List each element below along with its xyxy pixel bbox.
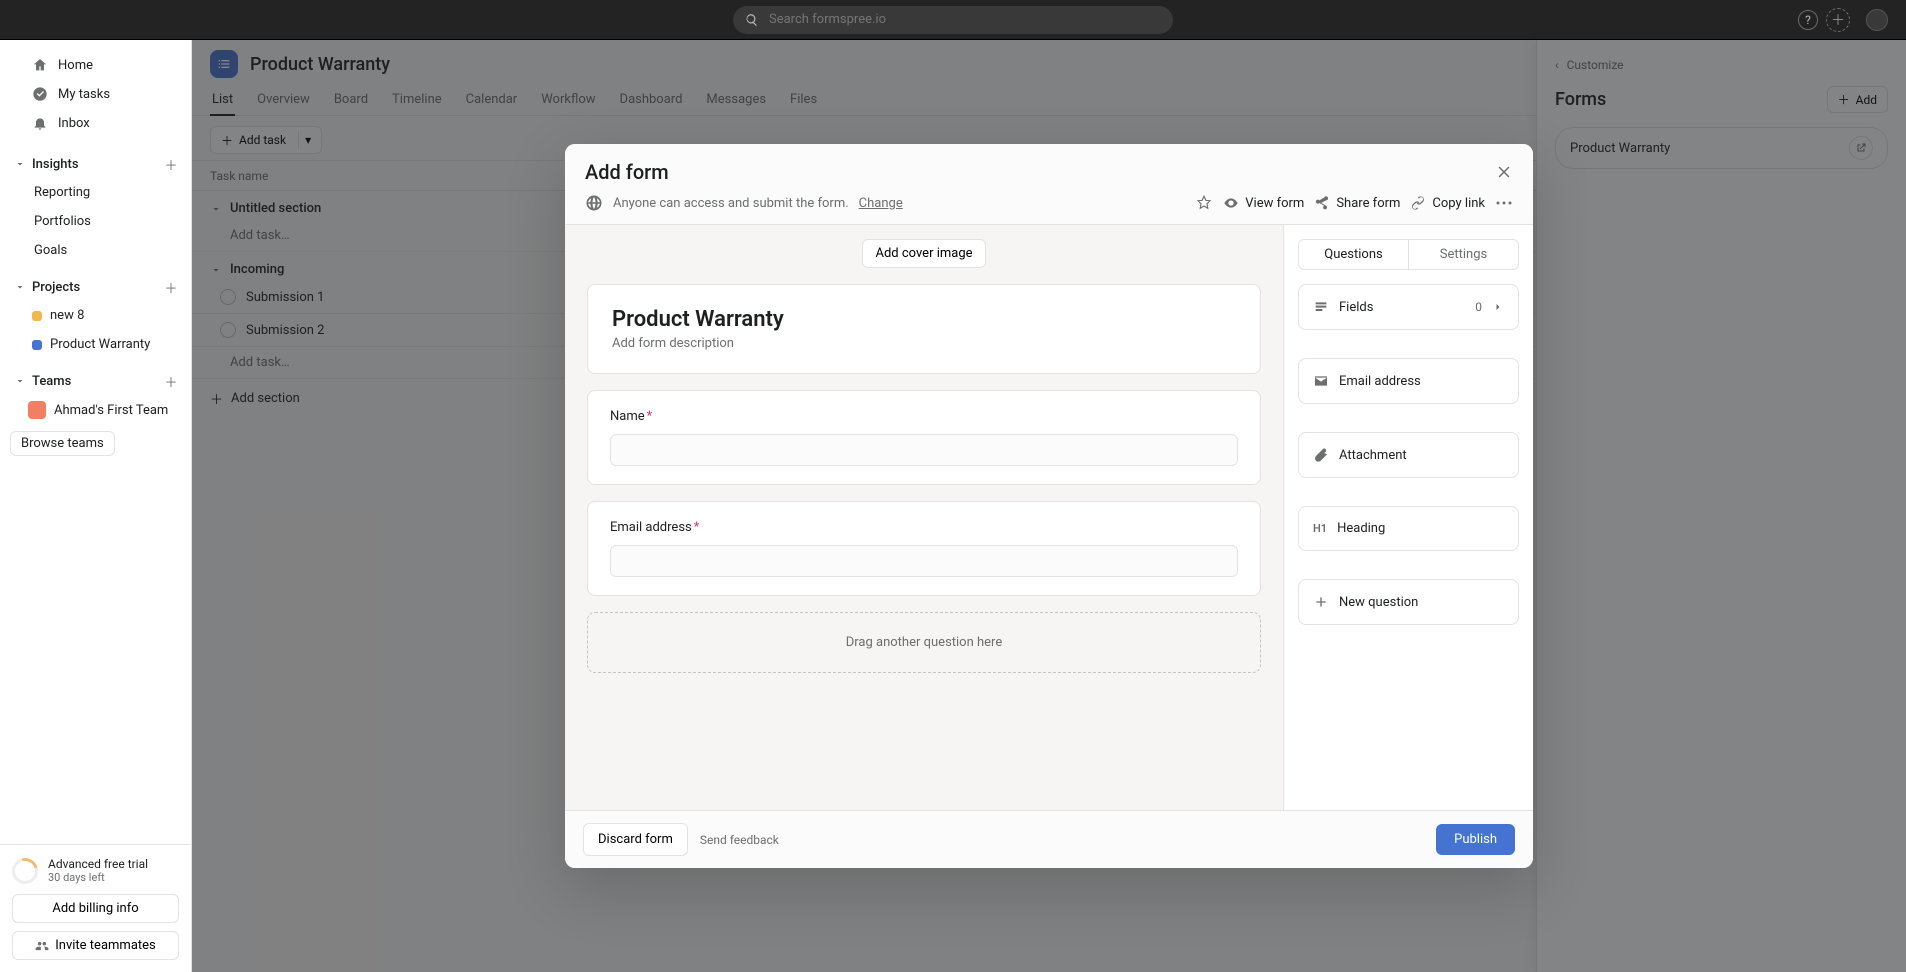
search-icon [745, 13, 759, 27]
builder-tabs: Questions Settings [1298, 239, 1519, 270]
global-topbar: ? ＋ [0, 0, 1906, 40]
link-icon [1410, 195, 1426, 211]
sidebar-label: My tasks [58, 87, 110, 102]
sidebar-project-new8[interactable]: new 8 [4, 302, 187, 329]
tab-questions[interactable]: Questions [1299, 240, 1409, 269]
sidebar-item-inbox[interactable]: Inbox [18, 109, 173, 137]
sidebar-label: Home [58, 58, 93, 73]
add-cover-image-button[interactable]: Add cover image [862, 239, 985, 268]
chevron-right-icon [1492, 301, 1504, 313]
modal-title: Add form [585, 160, 669, 184]
close-icon[interactable] [1495, 163, 1513, 181]
question-input-preview[interactable] [610, 545, 1238, 577]
help-icon[interactable]: ? [1798, 10, 1818, 30]
form-title[interactable]: Product Warranty [612, 307, 1236, 332]
form-header-card[interactable]: Product Warranty Add form description [587, 284, 1261, 374]
tab-settings[interactable]: Settings [1409, 240, 1518, 269]
trial-title: Advanced free trial [48, 857, 148, 871]
sidebar-team-item[interactable]: Ahmad's First Team [0, 395, 191, 425]
discard-form-button[interactable]: Discard form [583, 823, 688, 856]
paperclip-icon [1313, 447, 1329, 463]
star-icon[interactable] [1195, 194, 1213, 212]
question-label: Name* [610, 409, 1238, 424]
drop-zone[interactable]: Drag another question here [587, 612, 1261, 673]
field-type-new-question[interactable]: New question [1298, 579, 1519, 625]
change-access-link[interactable]: Change [859, 196, 903, 211]
chevron-down-icon [14, 281, 26, 293]
topbar-avatar[interactable] [1866, 9, 1888, 31]
sidebar: Home My tasks Inbox Insights ＋ Reporting… [0, 40, 192, 972]
question-card[interactable]: Name* [587, 390, 1261, 485]
modal-scrim[interactable]: Add form Anyone can access and submit th… [192, 40, 1906, 972]
question-card[interactable]: Email address* [587, 501, 1261, 596]
sidebar-footer: Advanced free trial 30 days left Add bil… [0, 844, 191, 972]
project-color-dot [32, 311, 42, 321]
send-feedback-link[interactable]: Send feedback [700, 833, 779, 847]
copy-link-button[interactable]: Copy link [1410, 195, 1485, 211]
plus-icon [1313, 594, 1329, 610]
field-type-heading[interactable]: H1 Heading [1298, 506, 1519, 551]
fields-count: 0 [1475, 300, 1482, 314]
modal-footer: Discard form Send feedback Publish [565, 810, 1533, 868]
browse-teams-button[interactable]: Browse teams [10, 431, 115, 456]
required-asterisk: * [694, 520, 700, 535]
field-type-attachment[interactable]: Attachment [1298, 432, 1519, 478]
sidebar-project-product-warranty[interactable]: Product Warranty [4, 331, 187, 358]
share-form-button[interactable]: Share form [1314, 195, 1400, 211]
question-input-preview[interactable] [610, 434, 1238, 466]
mail-icon [1313, 373, 1329, 389]
project-color-dot [32, 340, 42, 350]
globe-icon [585, 194, 603, 212]
home-icon [32, 57, 48, 73]
form-builder-canvas: Add cover image Product Warranty Add for… [565, 225, 1283, 810]
sidebar-item-goals[interactable]: Goals [4, 237, 187, 264]
plus-icon[interactable]: ＋ [161, 277, 181, 297]
sidebar-head-teams[interactable]: Teams ＋ [0, 359, 191, 395]
view-form-button[interactable]: View form [1223, 195, 1304, 211]
form-description-placeholder[interactable]: Add form description [612, 336, 1236, 351]
trial-subtitle: 30 days left [48, 871, 148, 884]
access-caption: Anyone can access and submit the form. [613, 196, 849, 211]
required-asterisk: * [647, 409, 653, 424]
sidebar-item-mytasks[interactable]: My tasks [18, 80, 173, 108]
share-icon [1314, 195, 1330, 211]
sidebar-item-home[interactable]: Home [18, 51, 173, 79]
sidebar-head-projects[interactable]: Projects ＋ [0, 265, 191, 301]
add-global-icon[interactable]: ＋ [1826, 8, 1850, 32]
sidebar-item-portfolios[interactable]: Portfolios [4, 208, 187, 235]
add-billing-button[interactable]: Add billing info [12, 894, 179, 923]
team-avatar [28, 401, 46, 419]
question-label: Email address* [610, 520, 1238, 535]
fields-card[interactable]: Fields 0 [1298, 284, 1519, 330]
form-builder-sidebar: Questions Settings Fields 0 Email addres… [1283, 225, 1533, 810]
global-search[interactable] [733, 6, 1173, 34]
sidebar-item-reporting[interactable]: Reporting [4, 179, 187, 206]
sidebar-label: Inbox [58, 116, 90, 131]
bell-icon [32, 115, 48, 131]
chevron-down-icon [14, 375, 26, 387]
fields-icon [1313, 299, 1329, 315]
publish-button[interactable]: Publish [1436, 824, 1515, 855]
trial-progress-ring [7, 853, 43, 889]
search-input[interactable] [767, 11, 1161, 28]
sidebar-head-insights[interactable]: Insights ＋ [0, 142, 191, 178]
check-circle-icon [32, 86, 48, 102]
main-panel: Product Warranty AK Share Customize List… [192, 40, 1906, 972]
add-form-modal: Add form Anyone can access and submit th… [565, 144, 1533, 868]
h1-icon: H1 [1313, 522, 1327, 535]
chevron-down-icon [14, 158, 26, 170]
users-icon [35, 939, 49, 953]
more-icon[interactable] [1495, 194, 1513, 212]
eye-icon [1223, 195, 1239, 211]
plus-icon[interactable]: ＋ [161, 371, 181, 391]
field-type-email[interactable]: Email address [1298, 358, 1519, 404]
plus-icon[interactable]: ＋ [161, 154, 181, 174]
invite-teammates-button[interactable]: Invite teammates [12, 931, 179, 960]
